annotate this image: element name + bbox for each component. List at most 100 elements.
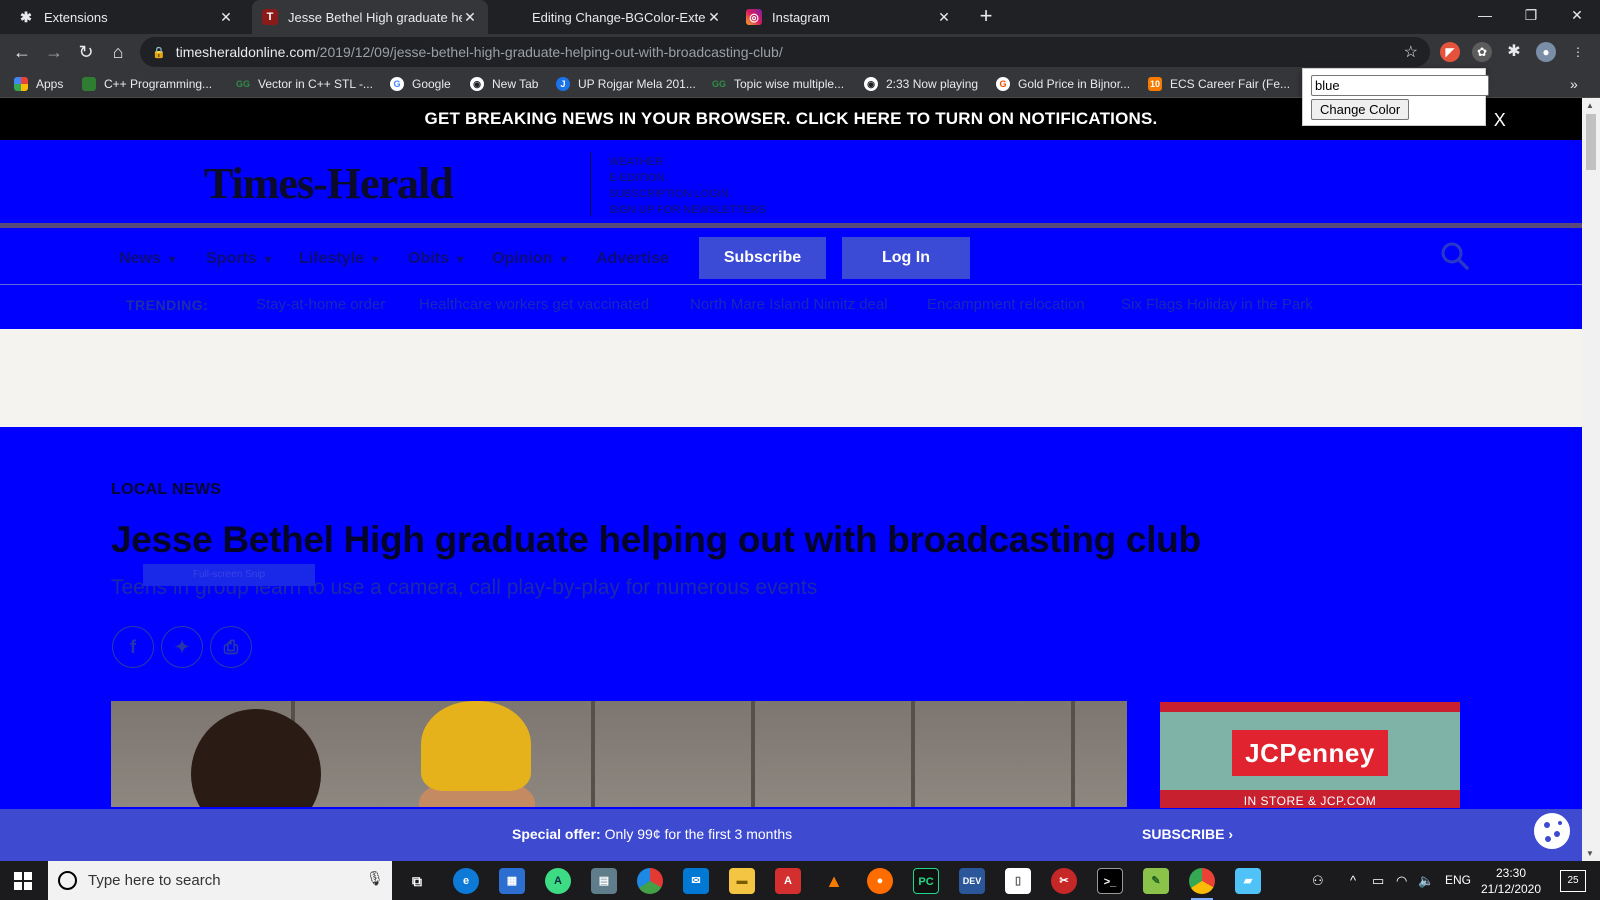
print-icon[interactable]: ⎙ <box>210 626 252 668</box>
reload-button[interactable]: ↻ <box>74 40 98 64</box>
android-studio-icon[interactable]: A <box>545 868 571 894</box>
vlc-icon[interactable]: ▲ <box>821 868 847 894</box>
tray-chevron-icon[interactable]: ^ <box>1350 873 1356 888</box>
login-button[interactable]: Log In <box>842 237 970 279</box>
firefox-icon[interactable]: ● <box>867 868 893 894</box>
restore-button[interactable]: ❐ <box>1508 0 1554 32</box>
twitter-share-icon[interactable]: ✦ <box>161 626 203 668</box>
bookmark-gold-price[interactable]: G Gold Price in Bijnor... <box>996 75 1130 93</box>
nav-opinion[interactable]: Opinion ▼ <box>492 250 569 268</box>
extensions-puzzle-icon[interactable]: ✱ <box>1504 42 1524 62</box>
scroll-thumb[interactable] <box>1586 114 1596 170</box>
language-indicator[interactable]: ENG <box>1445 873 1471 887</box>
pycharm-icon[interactable]: PC <box>913 868 939 894</box>
trending-link[interactable]: Encampment relocation <box>927 296 1085 313</box>
microphone-icon[interactable]: 🎙 <box>366 870 384 887</box>
volume-icon[interactable]: 🔈 <box>1418 873 1434 889</box>
taskbar-search-box[interactable]: Type here to search 🎙 <box>48 861 392 900</box>
tab-instagram[interactable]: ◎ Instagram ✕ <box>736 0 962 34</box>
minimize-button[interactable]: — <box>1462 0 1508 32</box>
tab-extensions[interactable]: ✱ Extensions ✕ <box>8 0 244 34</box>
taskbar-clock[interactable]: 23:30 21/12/2020 <box>1476 865 1546 897</box>
facebook-share-icon[interactable]: f <box>112 626 154 668</box>
store-icon[interactable]: ▦ <box>499 868 525 894</box>
bookmark-vector[interactable]: GG Vector in C++ STL -... <box>236 75 373 93</box>
scroll-up-arrow-icon[interactable]: ▲ <box>1586 101 1594 110</box>
nav-obits[interactable]: Obits ▼ <box>408 250 466 268</box>
chrome-taskbar-icon[interactable] <box>1189 868 1215 900</box>
apps-grid-icon <box>14 77 28 91</box>
bookmarks-overflow-button[interactable]: » <box>1570 75 1578 93</box>
scroll-down-arrow-icon[interactable]: ▼ <box>1586 849 1594 858</box>
document-icon[interactable]: ▯ <box>1005 868 1031 894</box>
close-tab-icon[interactable]: ✕ <box>706 9 722 26</box>
newsletters-link[interactable]: SIGN UP FOR NEWSLETTERS <box>609 202 766 218</box>
bookmark-up-rojgar[interactable]: J UP Rojgar Mela 201... <box>556 75 696 93</box>
tab-editing-extension[interactable]: Editing Change-BGColor-Extensic ✕ <box>496 0 732 34</box>
people-icon[interactable]: ⚇ <box>1312 873 1324 889</box>
battery-icon[interactable]: ▭ <box>1372 873 1384 889</box>
color-extension-icon[interactable]: ✿ <box>1472 42 1492 62</box>
trending-link[interactable]: Stay-at-home order <box>256 296 385 313</box>
snip-tool-icon[interactable]: ✂ <box>1051 868 1077 894</box>
nav-sports[interactable]: Sports ▼ <box>206 250 274 268</box>
mail-icon[interactable]: ✉ <box>683 868 709 894</box>
offer-subscribe-link[interactable]: SUBSCRIBE › <box>1142 826 1233 842</box>
terminal-icon[interactable]: >_ <box>1097 868 1123 894</box>
special-offer-bar: Special offer: Only 99¢ for the first 3 … <box>0 809 1582 861</box>
trending-link[interactable]: Six Flags Holiday in the Park <box>1121 296 1313 313</box>
bookmark-topic-wise[interactable]: GG Topic wise multiple... <box>712 75 844 93</box>
site-logo[interactable]: Times-Herald <box>204 158 454 209</box>
bookmark-star-icon[interactable]: ☆ <box>1404 42 1418 62</box>
e-edition-link[interactable]: E-EDITION <box>609 170 766 186</box>
task-view-icon[interactable]: ⧉ <box>404 868 430 894</box>
devcpp-icon[interactable]: DEV <box>959 868 985 894</box>
close-banner-button[interactable]: X <box>1494 99 1506 141</box>
home-button[interactable]: ⌂ <box>106 40 130 64</box>
close-tab-icon[interactable]: ✕ <box>462 9 478 26</box>
page-scrollbar[interactable]: ▲ ▼ <box>1582 98 1600 861</box>
color-input[interactable] <box>1311 75 1489 96</box>
new-tab-button[interactable]: + <box>973 4 999 30</box>
notepad-plus-icon[interactable]: ✎ <box>1143 868 1169 894</box>
wifi-icon[interactable]: ◠ <box>1396 873 1407 889</box>
forward-button[interactable]: → <box>42 40 66 64</box>
change-color-button[interactable]: Change Color <box>1311 99 1410 120</box>
acrobat-icon[interactable]: A <box>775 868 801 894</box>
tab-times-herald[interactable]: T Jesse Bethel High graduate helpi ✕ <box>252 0 488 34</box>
extension-icon[interactable]: ◤ <box>1440 42 1460 62</box>
app-icon[interactable]: ▤ <box>591 868 617 894</box>
bookmark-ecs-career[interactable]: 10 ECS Career Fair (Fe... <box>1148 75 1290 93</box>
trending-link[interactable]: Healthcare workers get vaccinated <box>419 296 649 313</box>
breaking-news-text[interactable]: GET BREAKING NEWS IN YOUR BROWSER. CLICK… <box>425 109 1158 128</box>
bookmark-now-playing[interactable]: ◉ 2:33 Now playing <box>864 75 978 93</box>
file-explorer-icon[interactable]: ▬ <box>729 868 755 894</box>
cookie-settings-icon[interactable] <box>1532 811 1572 851</box>
jcpenney-ad[interactable]: JCPenney IN STORE & JCP.COM <box>1160 702 1460 808</box>
notification-center-icon[interactable]: 25 <box>1560 870 1586 892</box>
subscribe-button[interactable]: Subscribe <box>699 237 826 279</box>
paint-icon[interactable] <box>637 868 663 894</box>
section-label[interactable]: LOCAL NEWS <box>111 481 221 499</box>
chrome-menu-icon[interactable]: ⋮ <box>1568 42 1588 62</box>
bookmark-apps[interactable]: Apps <box>14 75 63 93</box>
close-window-button[interactable]: ✕ <box>1554 0 1600 32</box>
bookmark-google[interactable]: G Google <box>390 75 451 93</box>
nav-news[interactable]: News ▼ <box>119 250 178 268</box>
app-icon[interactable]: ▰ <box>1235 868 1261 894</box>
back-button[interactable]: ← <box>10 40 34 64</box>
close-tab-icon[interactable]: ✕ <box>936 9 952 26</box>
nav-lifestyle[interactable]: Lifestyle ▼ <box>299 250 381 268</box>
profile-avatar[interactable]: ● <box>1536 42 1556 62</box>
windows-start-icon[interactable] <box>14 872 32 890</box>
nav-advertise[interactable]: Advertise <box>596 250 669 268</box>
weather-link[interactable]: WEATHER <box>609 154 766 170</box>
bookmark-cpp[interactable]: C++ Programming... <box>82 75 212 93</box>
address-bar[interactable]: 🔒 timesheraldonline.com/2019/12/09/jesse… <box>140 37 1430 67</box>
bookmark-new-tab[interactable]: ◉ New Tab <box>470 75 538 93</box>
search-icon[interactable] <box>1440 241 1470 271</box>
subscription-login-link[interactable]: SUBSCRIPTION LOGIN <box>609 186 766 202</box>
trending-link[interactable]: North Mare Island Nimitz deal <box>690 296 888 313</box>
edge-icon[interactable]: e <box>453 868 479 894</box>
close-tab-icon[interactable]: ✕ <box>218 9 234 26</box>
